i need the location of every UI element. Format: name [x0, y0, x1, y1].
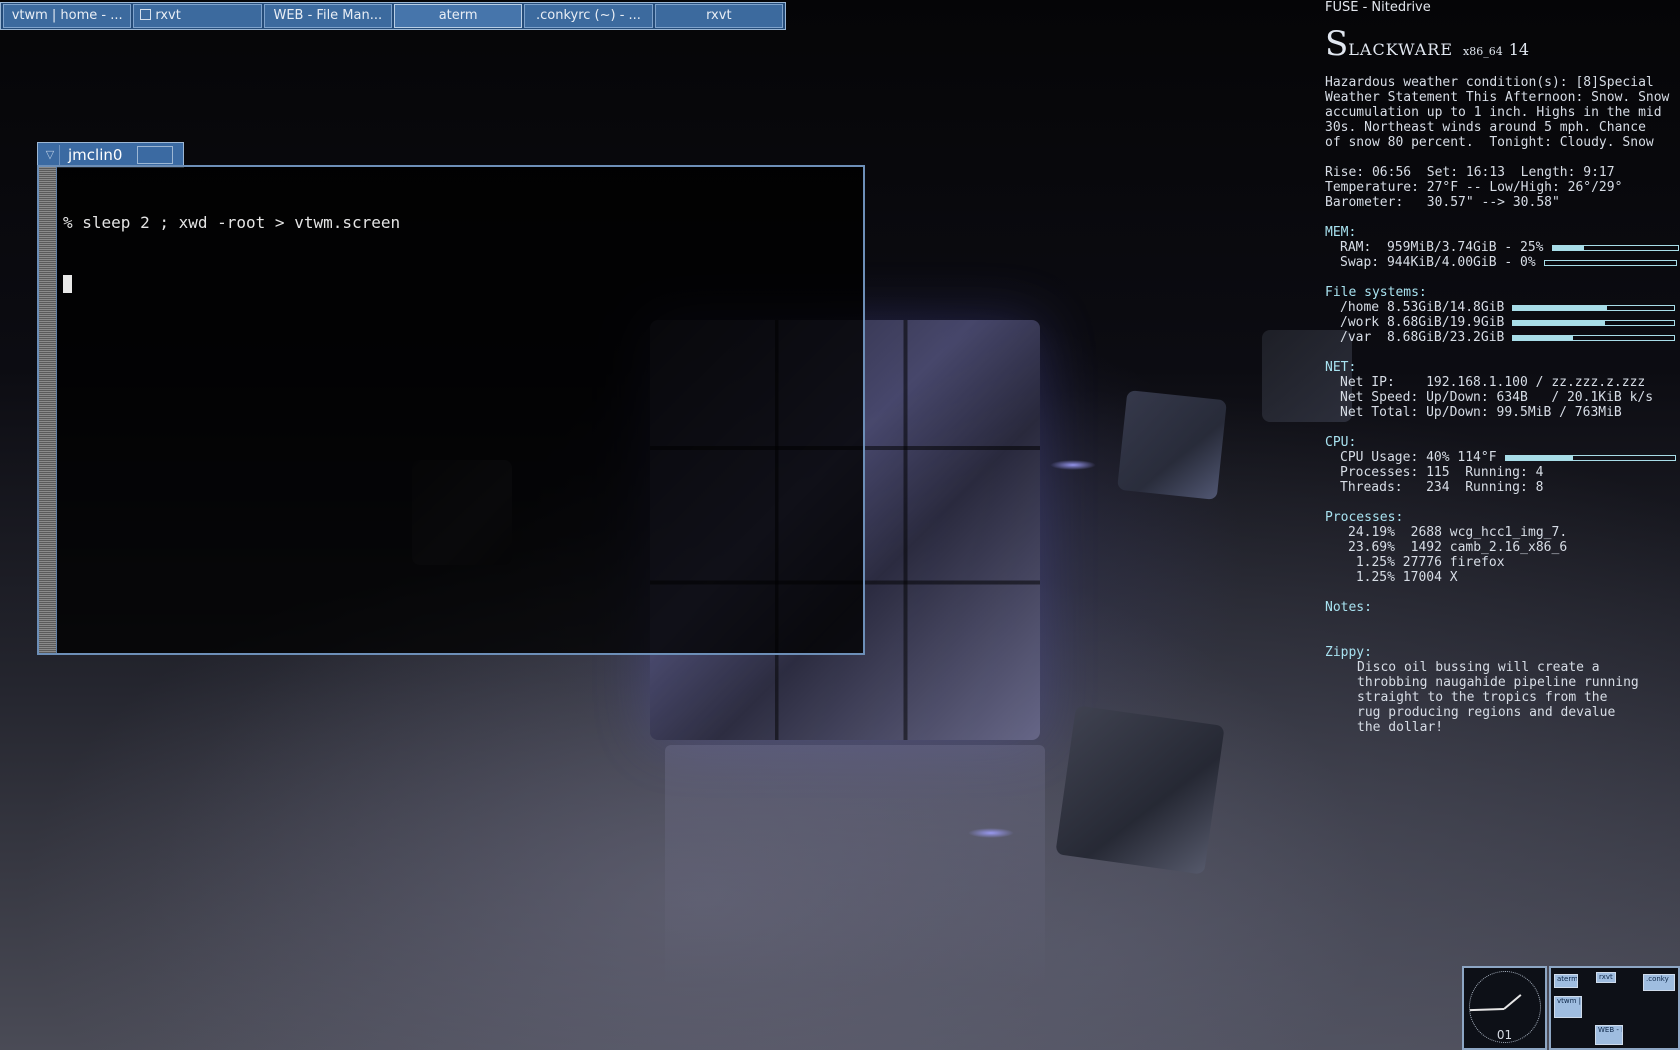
- terminal-command-line: % sleep 2 ; xwd -root > vtwm.screen: [63, 213, 401, 232]
- weather-line: Hazardous weather condition(s): [8]Speci…: [1325, 75, 1654, 90]
- ram-bar: [1551, 244, 1679, 251]
- mem-header: MEM:: [1325, 225, 1357, 240]
- fs-text: /var 8.68GiB/23.2GiB: [1340, 330, 1505, 345]
- cpu-bar: [1504, 454, 1676, 461]
- weather-line: accumulation up to 1 inch. Highs in the …: [1325, 105, 1662, 120]
- cpu-usage-row: CPU Usage: 40% 114°F: [1325, 450, 1680, 465]
- terminal-scrollbar[interactable]: [39, 167, 57, 653]
- swap-row: Swap: 944KiB/4.00GiB - 0%: [1325, 255, 1680, 270]
- net-header: NET:: [1325, 360, 1357, 375]
- swap-bar: [1543, 259, 1677, 266]
- window-menu-icon[interactable]: ▽: [41, 145, 60, 165]
- slackware-logo: S LACKWARE x86_64 14: [1325, 24, 1680, 64]
- terminal-window[interactable]: % sleep 2 ; xwd -root > vtwm.screen: [37, 165, 865, 655]
- logo-version: 14: [1508, 40, 1530, 59]
- ram-text: RAM: 959MiB/3.74GiB - 25%: [1340, 240, 1544, 255]
- pager-window[interactable]: aterm: [1554, 974, 1578, 988]
- logo-initial: S: [1325, 24, 1349, 64]
- ram-row: RAM: 959MiB/3.74GiB - 25%: [1325, 240, 1680, 255]
- wallpaper-glow: [1050, 460, 1096, 470]
- clock-widget[interactable]: 01: [1462, 966, 1547, 1050]
- zippy-line: straight to the tropics from the: [1357, 690, 1608, 705]
- fs-row-work: /work 8.68GiB/19.9GiB: [1325, 315, 1680, 330]
- taskbar-item-conkyrc[interactable]: .conkyrc (~) - ...: [524, 4, 653, 28]
- taskbar-item-aterm[interactable]: aterm: [393, 4, 523, 28]
- wallpaper-reflection: [665, 745, 1045, 985]
- weather-line: 30s. Northeast winds around 5 mph. Chanc…: [1325, 120, 1646, 135]
- fs-bar: [1512, 334, 1676, 341]
- zippy-line: rug producing regions and devalue: [1357, 705, 1616, 720]
- pager-window[interactable]: vtwm |: [1554, 996, 1582, 1018]
- taskbar-item-label: rxvt: [155, 8, 181, 23]
- wallpaper-small-cube: [1055, 705, 1225, 875]
- cpu-line: Processes: 115 Running: 4: [1340, 465, 1544, 480]
- weather-line: Weather Statement This Afternoon: Snow. …: [1325, 90, 1670, 105]
- taskbar-item-vtwm[interactable]: vtwm | home - ...: [3, 4, 132, 28]
- taskbar-item-rxvt-2[interactable]: rxvt: [654, 4, 783, 28]
- window-title: jmclin0: [68, 146, 123, 164]
- cpu-header: CPU:: [1325, 435, 1357, 450]
- zippy-line: Disco oil bussing will create a: [1357, 660, 1600, 675]
- fs-header: File systems:: [1325, 285, 1427, 300]
- fs-bar: [1512, 304, 1676, 311]
- taskbar-item-file-manager[interactable]: WEB - File Man...: [263, 4, 392, 28]
- weather-block: Hazardous weather condition(s): [8]Speci…: [1325, 75, 1680, 150]
- barometer: Barometer: 30.57" --> 30.58": [1325, 195, 1560, 210]
- virtual-desktop-pager[interactable]: aterm rxvt .conky vtwm | WEB - F: [1549, 966, 1680, 1050]
- fs-text: /home 8.53GiB/14.8GiB: [1340, 300, 1505, 315]
- taskbar-item-rxvt[interactable]: rxvt: [133, 4, 262, 28]
- zippy-header: Zippy:: [1325, 645, 1372, 660]
- net-line: Net Total: Up/Down: 99.5MiB / 763MiB: [1340, 405, 1622, 420]
- sun-times: Rise: 06:56 Set: 16:13 Length: 9:17: [1325, 165, 1615, 180]
- swap-text: Swap: 944KiB/4.00GiB - 0%: [1340, 255, 1536, 270]
- temperature: Temperature: 27°F -- Low/High: 26°/29°: [1325, 180, 1623, 195]
- pager-window[interactable]: rxvt: [1596, 972, 1616, 983]
- process-row: 23.69% 1492 camb_2.16_x86_6: [1348, 540, 1568, 555]
- net-line: Net IP: 192.168.1.100 / zz.zzz.z.zzz: [1340, 375, 1646, 390]
- iconified-icon: [140, 9, 152, 20]
- processes-header: Processes:: [1325, 510, 1404, 525]
- taskbar: vtwm | home - ... rxvt WEB - File Man...…: [0, 2, 786, 30]
- process-row: 1.25% 17004 X: [1348, 570, 1458, 585]
- net-line: Net Speed: Up/Down: 634B / 20.1KiB k/s: [1340, 390, 1654, 405]
- conky-panel: FUSE - Nitedrive S LACKWARE x86_64 14 Ha…: [1325, 0, 1680, 735]
- conky-top-label: FUSE - Nitedrive: [1325, 0, 1431, 15]
- clock-label: 01: [1496, 1028, 1513, 1042]
- cpu-usage-text: CPU Usage: 40% 114°F: [1340, 450, 1497, 465]
- cpu-line: Threads: 234 Running: 8: [1340, 480, 1544, 495]
- terminal-content[interactable]: % sleep 2 ; xwd -root > vtwm.screen: [63, 173, 400, 338]
- notes-header: Notes:: [1325, 600, 1372, 615]
- window-resize-button[interactable]: [137, 146, 173, 164]
- fs-bar: [1512, 319, 1676, 326]
- process-row: 24.19% 2688 wcg_hcc1_img_7.: [1348, 525, 1568, 540]
- pager-window[interactable]: WEB - F: [1595, 1025, 1623, 1045]
- zippy-line: throbbing naugahide pipeline running: [1357, 675, 1639, 690]
- terminal-cursor: [63, 275, 72, 293]
- fs-text: /work 8.68GiB/19.9GiB: [1340, 315, 1505, 330]
- wallpaper-small-cube: [1117, 390, 1227, 500]
- pager-window[interactable]: .conky: [1643, 974, 1675, 991]
- logo-name: LACKWARE: [1348, 40, 1454, 59]
- logo-arch: x86_64: [1463, 45, 1503, 58]
- zippy-line: the dollar!: [1357, 720, 1444, 735]
- fs-row-var: /var 8.68GiB/23.2GiB: [1325, 330, 1680, 345]
- fs-row-home: /home 8.53GiB/14.8GiB: [1325, 300, 1680, 315]
- wallpaper-glow: [968, 828, 1014, 838]
- process-row: 1.25% 27776 firefox: [1348, 555, 1505, 570]
- weather-line: of snow 80 percent. Tonight: Cloudy. Sno…: [1325, 135, 1654, 150]
